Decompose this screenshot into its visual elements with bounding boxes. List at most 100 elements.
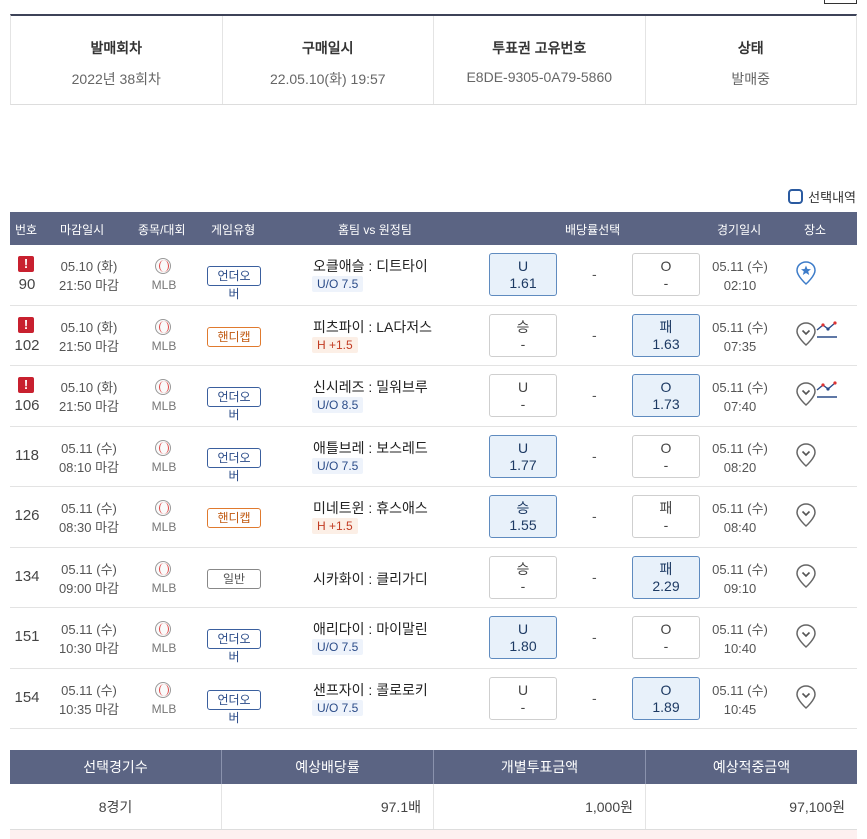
game-time: 09:10 [723, 580, 757, 596]
matchup-teams: 피츠파이 : LA다저스 [313, 318, 432, 335]
ticket-info-box: 발매회차 2022년 38회차 구매일시 22.05.10(화) 19:57 투… [10, 14, 857, 105]
game-number: 90 [18, 276, 36, 293]
odds-left-value: - [520, 335, 526, 352]
odds-left-value: 1.55 [509, 517, 537, 533]
odds-left-label: U [517, 258, 529, 274]
warning-icon: ! [18, 316, 34, 333]
baseball-icon [155, 500, 171, 516]
game-time: 10:45 [723, 701, 757, 717]
summary-payout-value: 97,100원 [789, 799, 845, 815]
odds-middle: - [592, 629, 597, 645]
odds-left-button[interactable]: 승 1.55 [489, 495, 557, 538]
pin-icon[interactable] [796, 624, 816, 649]
odds-left-button[interactable]: U 1.80 [489, 616, 557, 659]
odds-left-label: U [517, 681, 529, 698]
header-venue: 장소 [804, 223, 827, 237]
info-round-value: 2022년 38회차 [71, 71, 161, 87]
odds-left-value: - [520, 396, 526, 412]
odds-right-button[interactable]: 패 1.63 [632, 313, 700, 357]
odds-left-button[interactable]: U- [489, 676, 557, 720]
info-round-label: 발매회차 [90, 40, 143, 56]
pin-icon[interactable] [796, 503, 816, 528]
game-time: 10:40 [723, 641, 757, 656]
select-history-checkbox[interactable] [788, 189, 804, 204]
game-time: 02:10 [723, 278, 757, 293]
matchup-teams: 애틀브레 : 보스레드 [313, 439, 428, 456]
odds-left-label: 승 [516, 560, 530, 577]
odds-right-button[interactable]: 패- [632, 495, 700, 538]
odds-right-value: - [663, 275, 669, 291]
line-tag: H +1.5 [312, 336, 358, 353]
deadline-time: 08:10 마감 [58, 459, 120, 475]
deadline-date: 05.11 (수) [61, 501, 117, 516]
game-date: 05.11 (수) [712, 440, 768, 456]
league-label: MLB [151, 459, 177, 474]
baseball-icon [155, 439, 171, 456]
deadline-date: 05.11 (수) [61, 622, 117, 637]
game-type-badge: 언더오버 [207, 447, 261, 483]
game-date: 05.11 (수) [712, 319, 768, 335]
odds-right-label: O [660, 621, 672, 637]
game-type-badge: 언더오버 [207, 629, 261, 664]
line-tag: U/O 7.5 [312, 639, 364, 655]
deadline-date: 05.10 (화) [60, 319, 118, 335]
summary-odds-value: 97.1배 [222, 784, 434, 829]
baseball-icon [155, 560, 171, 577]
matchup-teams: 오클애슬 : 디트타이 [313, 258, 428, 274]
odds-right-value: 1.89 [652, 698, 680, 715]
odds-right-button[interactable]: 패 2.29 [632, 555, 700, 599]
line-tag: U/O 7.5 [312, 699, 364, 716]
pin-star-icon[interactable] [796, 261, 816, 286]
header-teams: 홈팀 vs 원정팀 [338, 223, 412, 237]
summary-values: 8경기 97.1배 1,000원 97,100원 [10, 784, 857, 830]
odds-left-button[interactable]: 승- [489, 313, 557, 357]
info-status: 상태 발매중 [646, 16, 857, 104]
trend-icon[interactable] [816, 380, 838, 402]
odds-left-value: 1.77 [509, 456, 537, 473]
table-row: 118 05.11 (수) 08:10 마감 MLB 언더오버 애틀브레 : 보스레드 U/… [10, 427, 857, 487]
odds-left-value: 1.61 [509, 275, 537, 291]
pin-icon[interactable] [796, 684, 816, 709]
odds-right-label: 패 [659, 500, 673, 516]
notice-strip [10, 830, 857, 839]
info-ticket-id: 투표권 고유번호 E8DE-9305-0A79-5860 [434, 16, 646, 104]
game-number: 102 [14, 336, 40, 354]
summary-stake-value: 1,000원 [434, 784, 646, 829]
deadline-date: 05.11 (수) [61, 682, 117, 698]
odds-right-label: O [660, 258, 672, 274]
game-date: 05.11 (수) [712, 259, 768, 274]
odds-left-button[interactable]: U 1.77 [489, 434, 557, 478]
table-row: 154 05.11 (수) 10:35 마감 MLB 언더오버 샌프자이 : 콜로로키 U/… [10, 669, 857, 729]
odds-right-button[interactable]: O 1.73 [632, 374, 700, 417]
pin-icon[interactable] [796, 563, 816, 588]
header-odds: 배당률선택 [565, 223, 621, 237]
odds-left-button[interactable]: 승- [489, 555, 557, 599]
odds-right-button[interactable]: O 1.89 [632, 676, 700, 720]
baseball-icon [155, 621, 171, 637]
odds-right-button[interactable]: O- [632, 434, 700, 478]
odds-left-button[interactable]: U- [489, 374, 557, 417]
trend-icon[interactable] [816, 320, 838, 342]
warning-icon: ! [18, 377, 34, 393]
pin-icon[interactable] [796, 321, 816, 346]
deadline: 05.11 (수) 09:00 마감 [54, 560, 124, 598]
summary-header-odds: 예상배당률 [222, 750, 434, 784]
line-tag: U/O 7.5 [312, 457, 364, 474]
baseball-icon [155, 258, 171, 274]
select-history-toggle[interactable]: 선택내역 [788, 187, 856, 206]
header-no: 번호 [15, 223, 38, 237]
odds-right-value: - [663, 517, 669, 533]
pin-icon[interactable] [796, 382, 816, 407]
odds-left-label: U [517, 439, 529, 456]
pin-icon[interactable] [796, 442, 816, 467]
info-purchase-date-label: 구매일시 [301, 40, 354, 56]
odds-right-button[interactable]: O- [632, 253, 700, 296]
odds-middle: - [592, 447, 597, 464]
deadline: 05.11 (수) 08:30 마감 [54, 499, 124, 537]
odds-right-button[interactable]: O- [632, 616, 700, 659]
line-tag: H +1.5 [312, 518, 358, 534]
game-datetime: 05.11 (수) 09:10 [710, 560, 770, 598]
odds-left-button[interactable]: U 1.61 [489, 253, 557, 296]
deadline-date: 05.11 (수) [61, 561, 117, 577]
odds-left-value: 1.80 [509, 638, 537, 654]
